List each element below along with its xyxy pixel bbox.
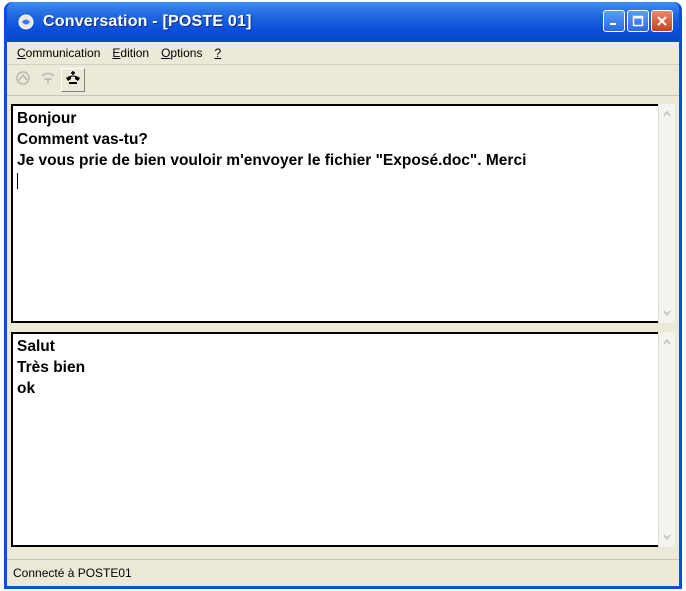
menu-bar: Communication Edition Options ? <box>7 42 679 65</box>
scroll-up-icon[interactable] <box>661 108 673 120</box>
connect-icon <box>14 69 32 92</box>
maximize-icon[interactable] <box>627 10 649 32</box>
hangup-icon <box>64 69 82 92</box>
message-line: Comment vas-tu? <box>17 131 148 148</box>
scroll-down-icon[interactable] <box>661 307 673 319</box>
receive-pane-scrollbar[interactable] <box>658 332 675 547</box>
toolbar <box>7 65 679 96</box>
message-line: ok <box>17 380 36 397</box>
send-pane-scrollbar[interactable] <box>658 104 675 323</box>
text-caret <box>17 173 18 189</box>
conversation-window: Conversation - [POSTE 01] Communication … <box>4 2 682 589</box>
client-area: Communication Edition Options ? Bonjour … <box>7 42 679 586</box>
close-icon[interactable] <box>651 10 673 32</box>
chat-icon <box>17 13 35 31</box>
minimize-icon[interactable] <box>603 10 625 32</box>
message-line: Bonjour <box>17 110 77 127</box>
disconnect-icon <box>39 69 57 92</box>
menu-communication[interactable]: Communication <box>11 46 106 60</box>
menu-help[interactable]: ? <box>208 46 227 60</box>
scroll-down-icon[interactable] <box>661 531 673 543</box>
receive-message-pane[interactable]: Salut Très bien ok <box>11 332 675 547</box>
message-line: Très bien <box>17 359 86 376</box>
message-line: Je vous prie de bien vouloir m'envoyer l… <box>17 152 527 169</box>
menu-edition[interactable]: Edition <box>106 46 155 60</box>
status-text: Connecté à POSTE01 <box>13 566 132 580</box>
receive-message-text: Salut Très bien ok <box>17 336 653 399</box>
caption-buttons <box>603 10 673 32</box>
connect-button[interactable] <box>11 68 35 92</box>
title-bar[interactable]: Conversation - [POSTE 01] <box>7 2 679 42</box>
send-message-text[interactable]: Bonjour Comment vas-tu? Je vous prie de … <box>17 108 653 189</box>
window-title: Conversation - [POSTE 01] <box>43 13 252 30</box>
hangup-button[interactable] <box>61 68 85 92</box>
menu-options[interactable]: Options <box>155 46 208 60</box>
scroll-up-icon[interactable] <box>661 336 673 348</box>
message-line: Salut <box>17 338 55 355</box>
status-bar: Connecté à POSTE01 <box>7 559 679 586</box>
disconnect-button[interactable] <box>36 68 60 92</box>
send-message-pane[interactable]: Bonjour Comment vas-tu? Je vous prie de … <box>11 104 675 323</box>
